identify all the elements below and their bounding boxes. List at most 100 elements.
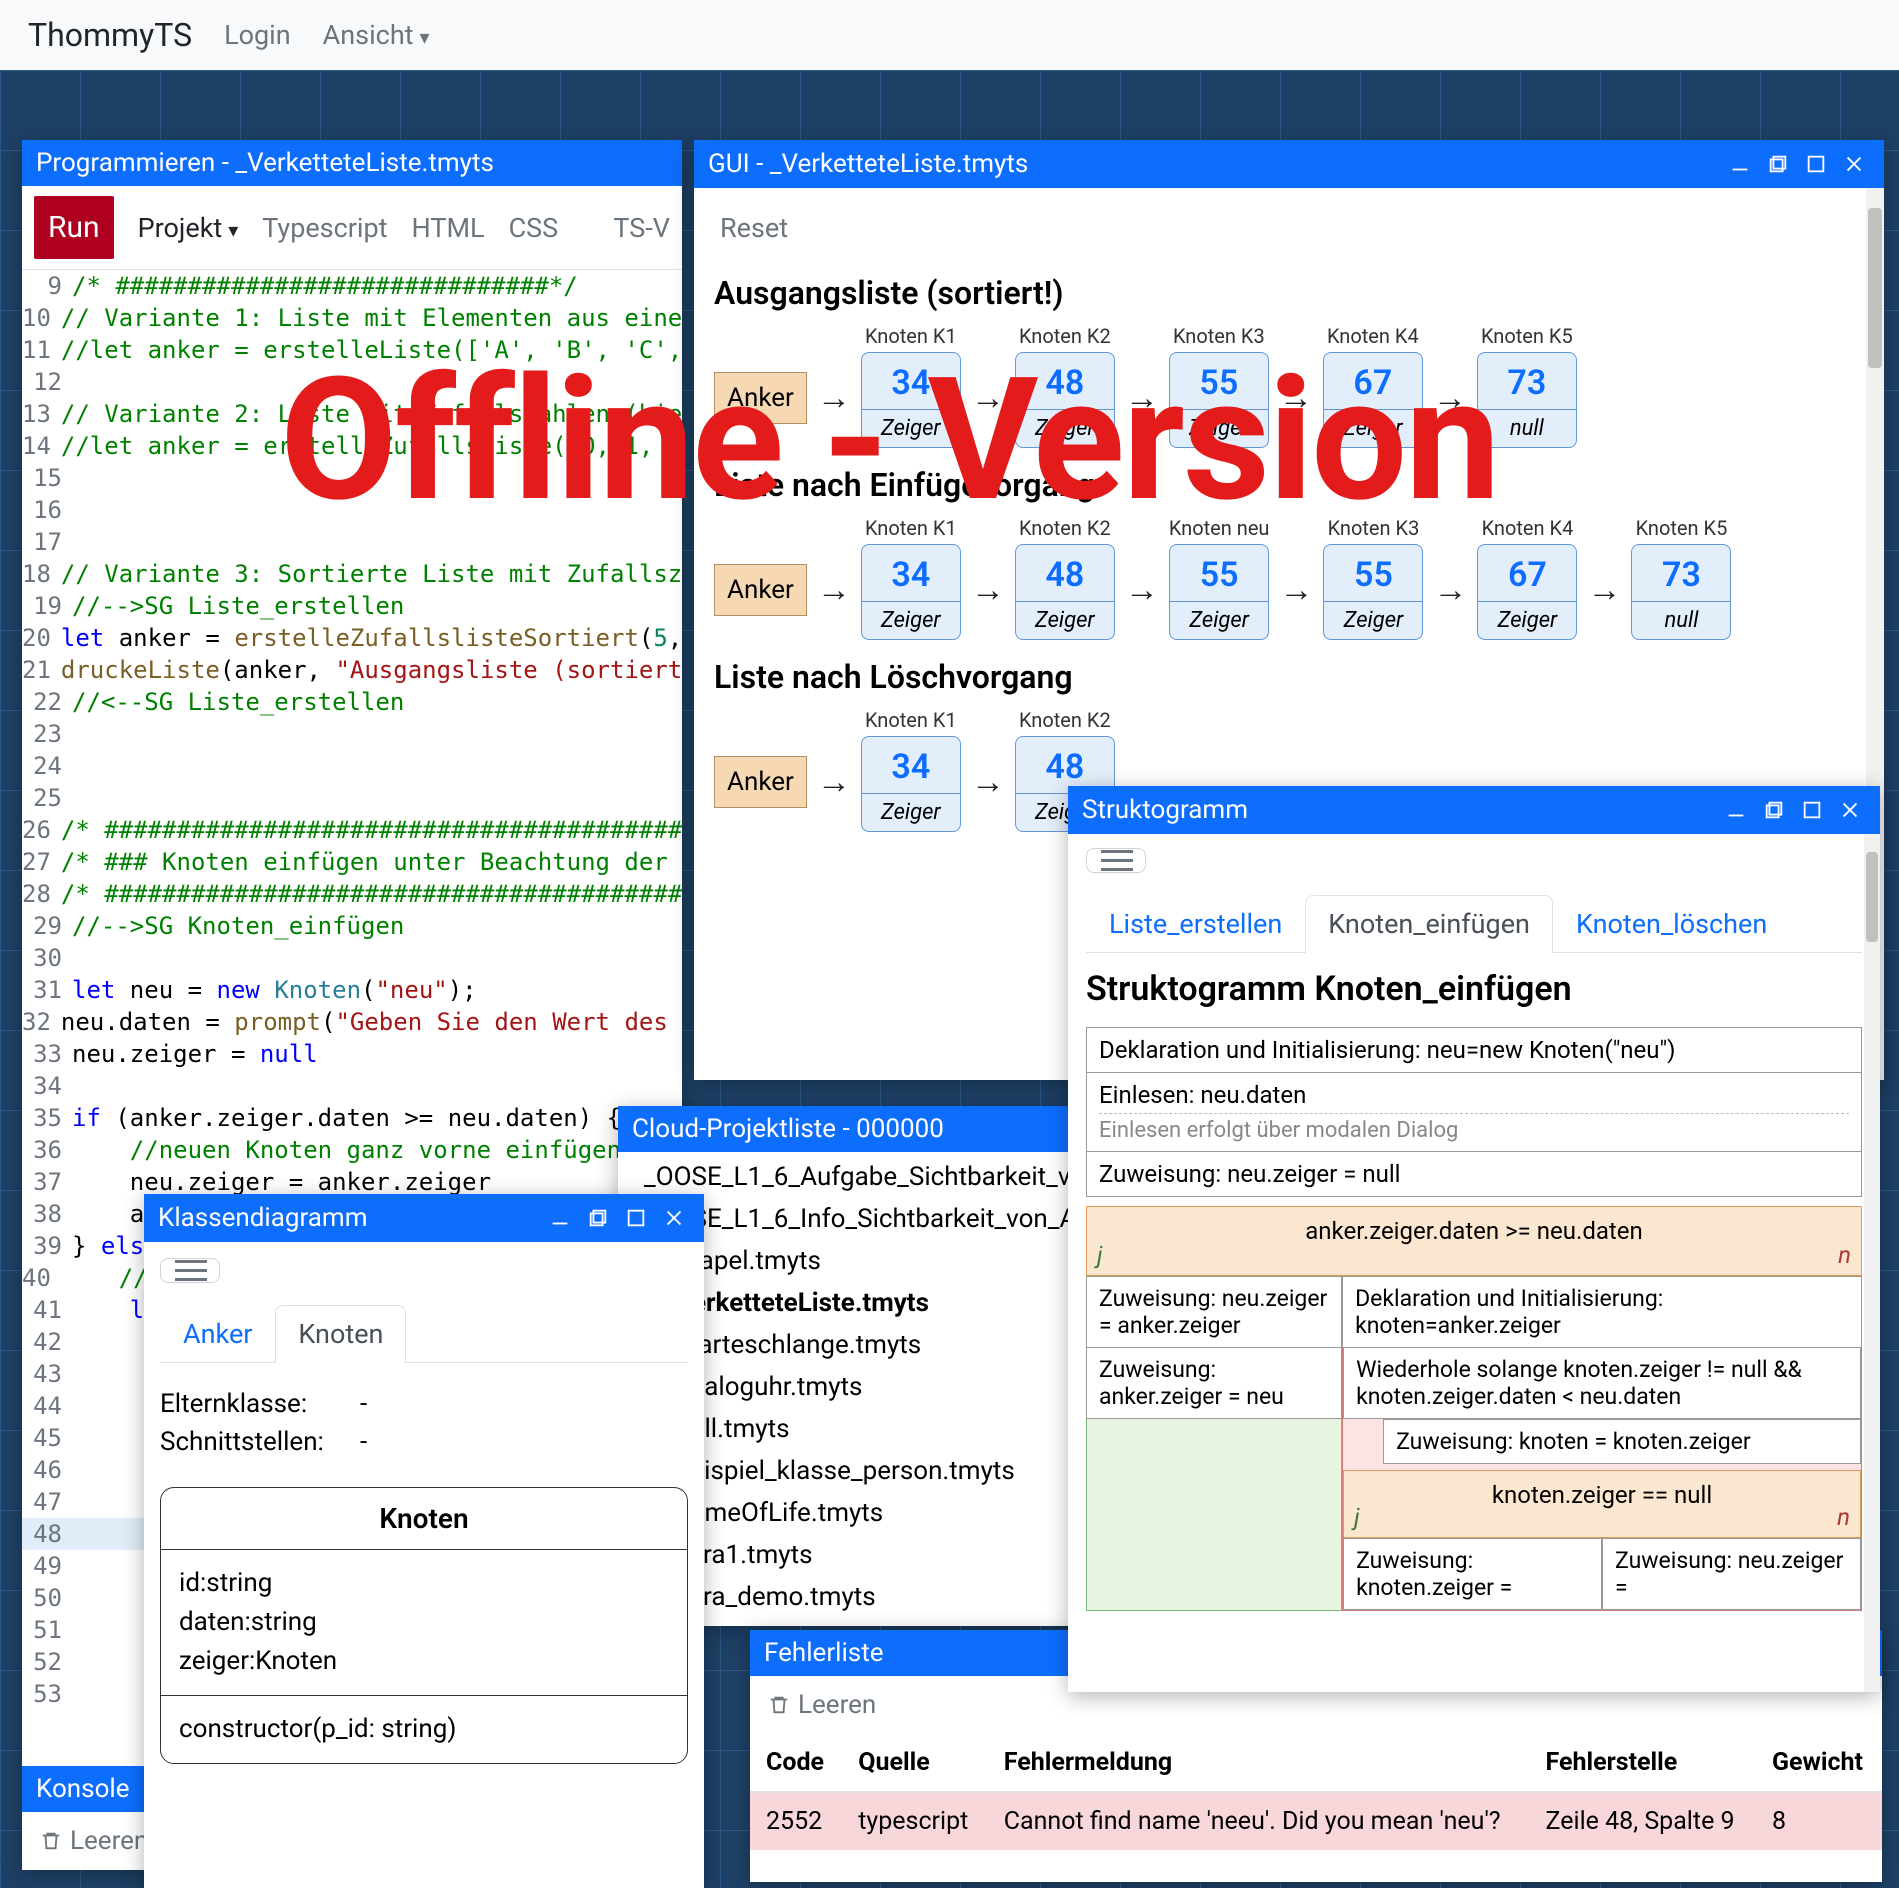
code-line[interactable]: 14//let anker = erstelleZufallsliste(10,…: [22, 430, 682, 462]
arrow-icon: →: [1125, 570, 1159, 610]
struk-body: Liste_erstellen Knoten_einfügen Knoten_l…: [1068, 834, 1880, 1692]
list-node: Knoten K573null: [1631, 516, 1731, 640]
burger-menu[interactable]: [160, 1258, 220, 1283]
code-line[interactable]: 22//<--SG Liste_erstellen: [22, 686, 682, 718]
cloud-title: Cloud-Projektliste - 000000: [632, 1114, 944, 1144]
code-line[interactable]: 16: [22, 494, 682, 526]
close-icon[interactable]: [1834, 794, 1866, 826]
error-row[interactable]: 2552typescriptCannot find name 'neeu'. D…: [750, 1792, 1882, 1850]
fehler-body: Leeren Code Quelle Fehlermeldung Fehlers…: [750, 1676, 1882, 1882]
code-line[interactable]: 36 //neuen Knoten ganz vorne einfügen: [22, 1134, 682, 1166]
menu-css[interactable]: CSS: [509, 212, 559, 244]
topbar: ThommyTS Login Ansicht: [0, 0, 1899, 70]
maximize-icon[interactable]: [1796, 794, 1828, 826]
list-node: Knoten K467Zeiger: [1477, 516, 1577, 640]
list-node: Knoten K467Zeiger: [1323, 324, 1423, 448]
minimize-icon[interactable]: [1720, 794, 1752, 826]
tab-knoten-loeschen[interactable]: Knoten_löschen: [1553, 895, 1790, 952]
menu-tsv[interactable]: TS-V: [613, 212, 670, 244]
editor-titlebar[interactable]: Programmieren - _VerketteteListe.tmyts: [22, 140, 682, 186]
sg-assign-null: Zuweisung: neu.zeiger = null: [1086, 1151, 1862, 1197]
sg-false-branch: Deklaration und Initialisierung: knoten=…: [1342, 1276, 1862, 1611]
code-line[interactable]: 35if (anker.zeiger.daten >= neu.daten) {: [22, 1102, 682, 1134]
list-node: Knoten K248Zeiger: [1015, 516, 1115, 640]
col-gewicht: Gewicht: [1756, 1734, 1882, 1792]
code-line[interactable]: 15: [22, 462, 682, 494]
struk-window: Struktogramm Liste_erstellen Knoten_einf…: [1068, 786, 1880, 1692]
restore-icon[interactable]: [1762, 148, 1794, 180]
code-line[interactable]: 12: [22, 366, 682, 398]
cloud-file-item[interactable]: _OOSE_L1_6_Aufgabe_Sichtbarkeit_vo: [618, 1156, 1078, 1198]
code-line[interactable]: 26/* ###################################…: [22, 814, 682, 846]
anker-box: Anker: [714, 564, 807, 616]
struk-tabs: Liste_erstellen Knoten_einfügen Knoten_l…: [1086, 895, 1862, 953]
tab-liste-erstellen[interactable]: Liste_erstellen: [1086, 895, 1305, 952]
sg-condition-1: anker.zeiger.daten >= neu.daten j n: [1086, 1206, 1862, 1276]
tab-knoten-einfuegen[interactable]: Knoten_einfügen: [1305, 895, 1553, 953]
gui-titlebar[interactable]: GUI - _VerketteteListe.tmyts: [694, 140, 1884, 188]
code-line[interactable]: 19//-->SG Liste_erstellen: [22, 590, 682, 622]
maximize-icon[interactable]: [1800, 148, 1832, 180]
sg-condition-2: knoten.zeiger == null j n: [1343, 1470, 1861, 1538]
trash-icon: [40, 1830, 62, 1852]
login-link[interactable]: Login: [224, 19, 291, 51]
col-quelle: Quelle: [842, 1734, 988, 1792]
restore-icon[interactable]: [582, 1202, 614, 1234]
minimize-icon[interactable]: [544, 1202, 576, 1234]
fehler-title: Fehlerliste: [764, 1638, 884, 1668]
code-line[interactable]: 13// Variante 2: Liste mit Zufallszahlen…: [22, 398, 682, 430]
cloud-titlebar[interactable]: Cloud-Projektliste - 000000: [618, 1106, 1078, 1152]
menu-projekt[interactable]: Projekt: [138, 212, 239, 244]
arrow-icon: →: [817, 378, 851, 418]
minimize-icon[interactable]: [1724, 148, 1756, 180]
code-line[interactable]: 9/* ##############################*/: [22, 270, 682, 302]
arrow-icon: →: [817, 570, 851, 610]
code-line[interactable]: 34: [22, 1070, 682, 1102]
sg-while-loop: Wiederhole solange knoten.zeiger != null…: [1343, 1347, 1861, 1419]
code-line[interactable]: 30: [22, 942, 682, 974]
sg-branches: Zuweisung: neu.zeiger = anker.zeiger Zuw…: [1086, 1276, 1862, 1611]
code-line[interactable]: 29//-->SG Knoten_einfügen: [22, 910, 682, 942]
fehler-table: Code Quelle Fehlermeldung Fehlerstelle G…: [750, 1734, 1882, 1850]
restore-icon[interactable]: [1758, 794, 1790, 826]
editor-toolbar: Run Projekt Typescript HTML CSS TS-V: [22, 186, 682, 270]
tab-anker[interactable]: Anker: [160, 1305, 275, 1362]
trash-icon: [768, 1694, 790, 1716]
tab-knoten[interactable]: Knoten: [275, 1305, 406, 1363]
code-line[interactable]: 24: [22, 750, 682, 782]
code-line[interactable]: 11//let anker = erstelleListe(['A', 'B',…: [22, 334, 682, 366]
code-line[interactable]: 33neu.zeiger = null: [22, 1038, 682, 1070]
close-icon[interactable]: [658, 1202, 690, 1234]
code-line[interactable]: 32neu.daten = prompt("Geben Sie den Wert…: [22, 1006, 682, 1038]
burger-menu[interactable]: [1086, 848, 1146, 873]
col-msg: Fehlermeldung: [988, 1734, 1530, 1792]
code-line[interactable]: 17: [22, 526, 682, 558]
close-icon[interactable]: [1838, 148, 1870, 180]
code-line[interactable]: 25: [22, 782, 682, 814]
code-line[interactable]: 23: [22, 718, 682, 750]
klass-body: Anker Knoten Elternklasse:- Schnittstell…: [144, 1242, 704, 1888]
code-line[interactable]: 10// Variante 1: Liste mit Elementen aus…: [22, 302, 682, 334]
menu-html[interactable]: HTML: [411, 212, 484, 244]
menu-typescript[interactable]: Typescript: [262, 212, 387, 244]
sg-read: Einlesen: neu.daten Einlesen erfolgt übe…: [1086, 1072, 1862, 1152]
brand: ThommyTS: [28, 16, 192, 54]
maximize-icon[interactable]: [620, 1202, 652, 1234]
klass-titlebar[interactable]: Klassendiagramm: [144, 1194, 704, 1242]
struk-titlebar[interactable]: Struktogramm: [1068, 786, 1880, 834]
code-line[interactable]: 28/* ###################################…: [22, 878, 682, 910]
view-menu[interactable]: Ansicht: [323, 19, 430, 51]
reset-button[interactable]: Reset: [714, 194, 1864, 256]
code-line[interactable]: 20let anker = erstelleZufallslisteSortie…: [22, 622, 682, 654]
list-node: Knoten K134Zeiger: [861, 516, 961, 640]
col-code: Code: [750, 1734, 842, 1792]
klass-title: Klassendiagramm: [158, 1203, 368, 1233]
code-line[interactable]: 18// Variante 3: Sortierte Liste mit Zuf…: [22, 558, 682, 590]
struk-scrollbar[interactable]: [1864, 834, 1880, 1692]
code-line[interactable]: 21druckeListe(anker, "Ausgangsliste (sor…: [22, 654, 682, 686]
burger-icon: [175, 1269, 207, 1272]
code-line[interactable]: 27/* ### Knoten einfügen unter Beachtung…: [22, 846, 682, 878]
klass-tabs: Anker Knoten: [160, 1305, 688, 1363]
code-line[interactable]: 31let neu = new Knoten("neu");: [22, 974, 682, 1006]
run-button[interactable]: Run: [34, 196, 114, 259]
